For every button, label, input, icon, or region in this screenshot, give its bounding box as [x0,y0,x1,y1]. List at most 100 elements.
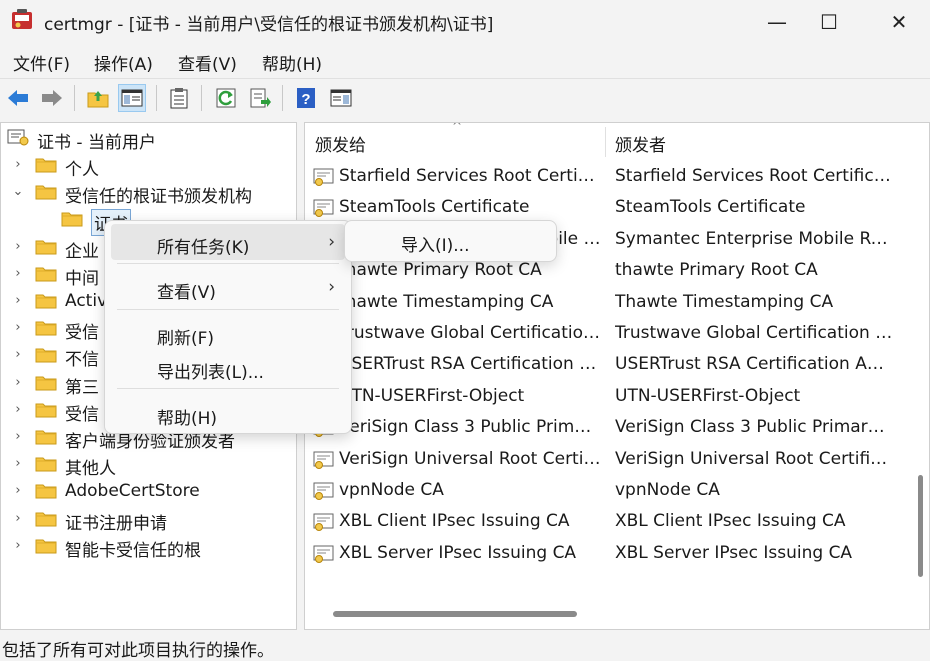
chevron-right-icon[interactable]: › [11,375,25,391]
chevron-right-icon[interactable]: › [11,347,25,363]
chevron-right-icon[interactable]: › [11,266,25,282]
folder-icon [35,428,57,445]
toolbar-separator [282,85,283,111]
chevron-right-icon[interactable]: › [11,157,25,173]
help-button[interactable]: ? [292,84,320,112]
minimize-icon: — [767,10,787,34]
chevron-right-icon[interactable]: › [11,429,25,445]
cell-issued-by: Symantec Enterprise Mobile Roo... [615,228,893,249]
folder-icon [35,510,57,527]
chevron-right-icon[interactable]: › [11,538,25,554]
tree-root-label: 证书 - 当前用户 [37,133,156,153]
cell-issued-by: VeriSign Class 3 Public Primary C... [615,417,893,438]
chevron-down-icon[interactable]: ⌄ [11,184,25,200]
refresh-button[interactable] [212,84,240,112]
cell-issued-by: Thawte Timestamping CA [615,291,834,312]
tree-item[interactable]: › 个人 [1,152,296,180]
up-one-level-button[interactable] [84,84,112,112]
menu-separator [117,388,339,389]
cell-issued-to: USERTrust RSA Certification A... [339,354,601,375]
certificate-icon [313,198,335,218]
clipboard-icon [170,88,188,109]
clipboard-button[interactable] [165,84,193,112]
table-row[interactable]: vpnNode CA vpnNode CA [305,475,905,506]
cell-issued-to: VeriSign Universal Root Certifi... [339,448,601,469]
show-hide-tree-button[interactable] [118,84,146,112]
column-divider[interactable] [605,127,606,157]
menu-view[interactable]: 查看(V) [178,50,237,75]
folder-icon [35,374,57,391]
tree-item[interactable]: › 其他人 [1,451,296,479]
certificate-icon [313,481,335,501]
show-hide-tree-icon [121,89,143,107]
horizontal-scrollbar[interactable] [333,611,577,617]
table-row[interactable]: thawte Timestamping CA Thawte Timestampin… [305,287,905,318]
tree-item[interactable]: › AdobeCertStore [1,478,296,505]
cell-issued-to: Starfield Services Root Certific... [339,166,601,186]
column-header-issued-to[interactable]: 颁发给 [315,131,366,156]
cell-issued-by: Starfield Services Root Certificat... [615,166,893,186]
tree-item-label: 受信任的根证书颁发机构 [65,187,252,208]
tree-item[interactable]: › 证书注册申请 [1,506,296,534]
menu-separator [117,263,339,264]
folder-icon [35,455,57,472]
forward-button[interactable] [38,84,66,112]
context-menu-all-tasks[interactable]: 所有任务(K) › [111,224,345,260]
table-row[interactable]: USERTrust RSA Certification A... USERTrus… [305,349,905,380]
folder-icon [35,346,57,363]
context-menu-view[interactable]: 查看(V) › [111,269,345,305]
tree-root[interactable]: 证书 - 当前用户 [1,125,296,153]
menu-help[interactable]: 帮助(H) [262,50,322,75]
table-row[interactable]: UTN-USERFirst-Object UTN-USERFirst-Object [305,381,905,412]
table-row[interactable]: XBL Client IPsec Issuing CA XBL Client IP… [305,506,905,537]
cell-issued-by: XBL Client IPsec Issuing CA [615,511,846,532]
tree-item-label: 第三 [65,377,99,398]
close-button[interactable]: ✕ [868,0,930,44]
maximize-button[interactable]: ☐ [798,0,860,44]
context-menu-export-list[interactable]: 导出列表(L)... [111,349,345,385]
cell-issued-to: vpnNode CA [339,480,444,500]
tree-item-label: 不信 [65,350,99,371]
chevron-right-icon[interactable]: › [11,320,25,336]
sort-ascending-icon: ^ [452,122,463,133]
cell-issued-to: VeriSign Class 3 Public Primary... [339,417,601,438]
context-menu-refresh[interactable]: 刷新(F) [111,315,345,351]
menu-file[interactable]: 文件(F) [13,50,70,75]
table-row[interactable]: Starfield Services Root Certific... Starf… [305,161,905,192]
chevron-right-icon[interactable]: › [11,456,25,472]
vertical-scrollbar[interactable] [918,475,923,577]
back-button[interactable] [4,84,32,112]
cell-issued-to: thawte Primary Root CA [339,260,542,281]
chevron-right-icon[interactable]: › [11,511,25,527]
help-icon: ? [297,88,315,108]
table-row[interactable]: VeriSign Class 3 Public Primary... VeriSi… [305,412,905,443]
column-header-issued-by[interactable]: 颁发者 [615,131,666,156]
submenu-import[interactable]: 导入(I)... [351,224,549,257]
chevron-right-icon[interactable]: › [11,239,25,255]
table-row[interactable]: XBL Server IPsec Issuing CA XBL Server IP… [305,538,905,569]
export-list-button[interactable] [246,84,274,112]
properties-pane-button[interactable] [327,84,355,112]
certificate-icon [313,544,335,564]
menu-action[interactable]: 操作(A) [94,50,153,75]
context-menu-help[interactable]: 帮助(H) [111,395,345,431]
chevron-right-icon[interactable]: › [11,402,25,418]
tree-item-label: 受信 [65,323,99,344]
maximize-icon: ☐ [820,10,838,34]
table-row[interactable]: Trustwave Global Certification ... Trustw… [305,318,905,349]
svg-text:?: ? [301,91,310,108]
status-bar: 包括了所有可对此项目执行的操作。 [0,632,930,661]
folder-icon [35,183,57,200]
table-row[interactable]: VeriSign Universal Root Certifi... VeriSi… [305,444,905,475]
table-row[interactable]: SteamTools Certificate SteamTools Certifi… [305,192,905,223]
toolbar: ? [0,78,930,119]
tree-item-label: 企业 [65,241,99,262]
cell-issued-to: XBL Server IPsec Issuing CA [339,542,577,563]
all-tasks-submenu: 导入(I)... [344,220,557,262]
tree-item[interactable]: › 智能卡受信任的根 [1,533,296,561]
cell-issued-by: VeriSign Universal Root Certifica... [615,448,893,469]
chevron-right-icon[interactable]: › [11,293,25,309]
chevron-right-icon[interactable]: › [11,483,25,499]
cell-issued-by: SteamTools Certificate [615,197,806,218]
tree-item[interactable]: ⌄ 受信任的根证书颁发机构 [1,179,296,208]
